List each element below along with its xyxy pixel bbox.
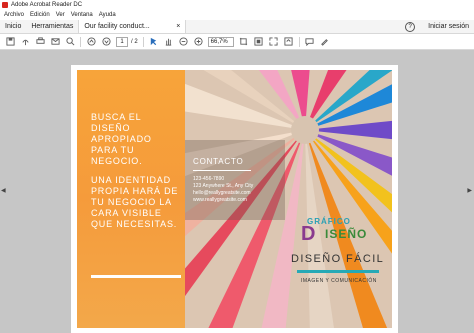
brochure-subtitle: IMAGEN Y COMUNICACIÓN	[301, 278, 377, 284]
pdf-page: BUSCA EL DISEÑO APROPIADO PARA TU NEGOCI…	[71, 65, 398, 333]
search-icon[interactable]	[65, 37, 75, 47]
grafico-diseno-logo: GRÁFICO D ISEÑO	[301, 217, 381, 249]
address-text: 123 Anywhere St., Any City	[193, 183, 254, 189]
brochure-body: UNA IDENTIDAD PROPIA HARÁ DE TU NEGOCIO …	[91, 175, 179, 229]
brochure-headline: BUSCA EL DISEÑO APROPIADO PARA TU NEGOCI…	[91, 112, 152, 166]
logo-d-letter: D	[301, 223, 316, 245]
comment-icon[interactable]	[305, 37, 315, 47]
tab-home[interactable]: Inicio	[0, 20, 26, 33]
fullscreen-icon[interactable]	[269, 37, 279, 47]
title-accent-bar	[297, 270, 379, 273]
divider	[91, 275, 181, 278]
left-panel-toggle-icon[interactable]: ◀	[1, 187, 6, 194]
logo-iseno-text: ISEÑO	[325, 227, 368, 241]
zoom-in-icon[interactable]	[194, 37, 204, 47]
fit-icon[interactable]	[254, 37, 264, 47]
help-icon[interactable]: ?	[405, 21, 416, 32]
menu-bar: Archivo Edición Ver Ventana Ayuda	[0, 10, 474, 20]
website-text: www.reallygreatsite.com	[193, 197, 247, 203]
sign-in-button[interactable]: Iniciar sesión	[423, 20, 474, 33]
contact-block: CONTACTO 123-456-7890 123 Anywhere St., …	[193, 157, 253, 204]
menu-edicion[interactable]: Edición	[30, 12, 50, 18]
window-title: Adobe Acrobat Reader DC	[11, 2, 83, 8]
document-viewer[interactable]: ◀ ▶ BUSCA EL DISEÑO APROPIADO PARA TU NE…	[0, 50, 474, 333]
right-panel-toggle-icon[interactable]: ▶	[467, 187, 472, 194]
email-text: hello@reallygreatsite.com	[193, 190, 251, 196]
prev-page-icon[interactable]	[86, 37, 96, 47]
page-total: / 2	[131, 38, 138, 45]
rotate-icon[interactable]	[284, 37, 294, 47]
select-icon[interactable]	[149, 37, 159, 47]
title-bar: Adobe Acrobat Reader DC	[0, 0, 474, 10]
next-page-icon[interactable]	[101, 37, 111, 47]
tab-tools[interactable]: Herramientas	[26, 20, 78, 33]
print-icon[interactable]	[35, 37, 45, 47]
sign-icon[interactable]	[320, 37, 330, 47]
acrobat-logo-icon	[2, 2, 8, 8]
save-icon[interactable]	[5, 37, 15, 47]
tab-document-label: Our facility conduct...	[84, 23, 150, 30]
email-icon[interactable]	[50, 37, 60, 47]
zoom-input[interactable]: 66,7%	[207, 36, 234, 47]
tab-bar: Inicio Herramientas Our facility conduct…	[0, 20, 474, 34]
upload-icon[interactable]	[20, 37, 30, 47]
contact-divider	[193, 170, 251, 171]
hand-icon[interactable]	[164, 37, 174, 47]
menu-ventana[interactable]: Ventana	[71, 12, 93, 18]
toolbar: 1 / 2 66,7%	[0, 34, 474, 50]
menu-ver[interactable]: Ver	[56, 12, 65, 18]
brochure-left-panel: BUSCA EL DISEÑO APROPIADO PARA TU NEGOCI…	[77, 70, 185, 328]
phone-text: 123-456-7890	[193, 176, 225, 182]
zoom-out-icon[interactable]	[179, 37, 189, 47]
crop-icon[interactable]	[239, 37, 249, 47]
tab-document[interactable]: Our facility conduct... ×	[78, 20, 187, 33]
brochure-title: DISEÑO FÁCIL	[291, 253, 385, 265]
menu-archivo[interactable]: Archivo	[4, 12, 24, 18]
page-number-input[interactable]: 1	[116, 36, 128, 47]
menu-ayuda[interactable]: Ayuda	[99, 12, 116, 18]
contact-heading: CONTACTO	[193, 157, 244, 166]
close-icon[interactable]: ×	[176, 20, 180, 33]
